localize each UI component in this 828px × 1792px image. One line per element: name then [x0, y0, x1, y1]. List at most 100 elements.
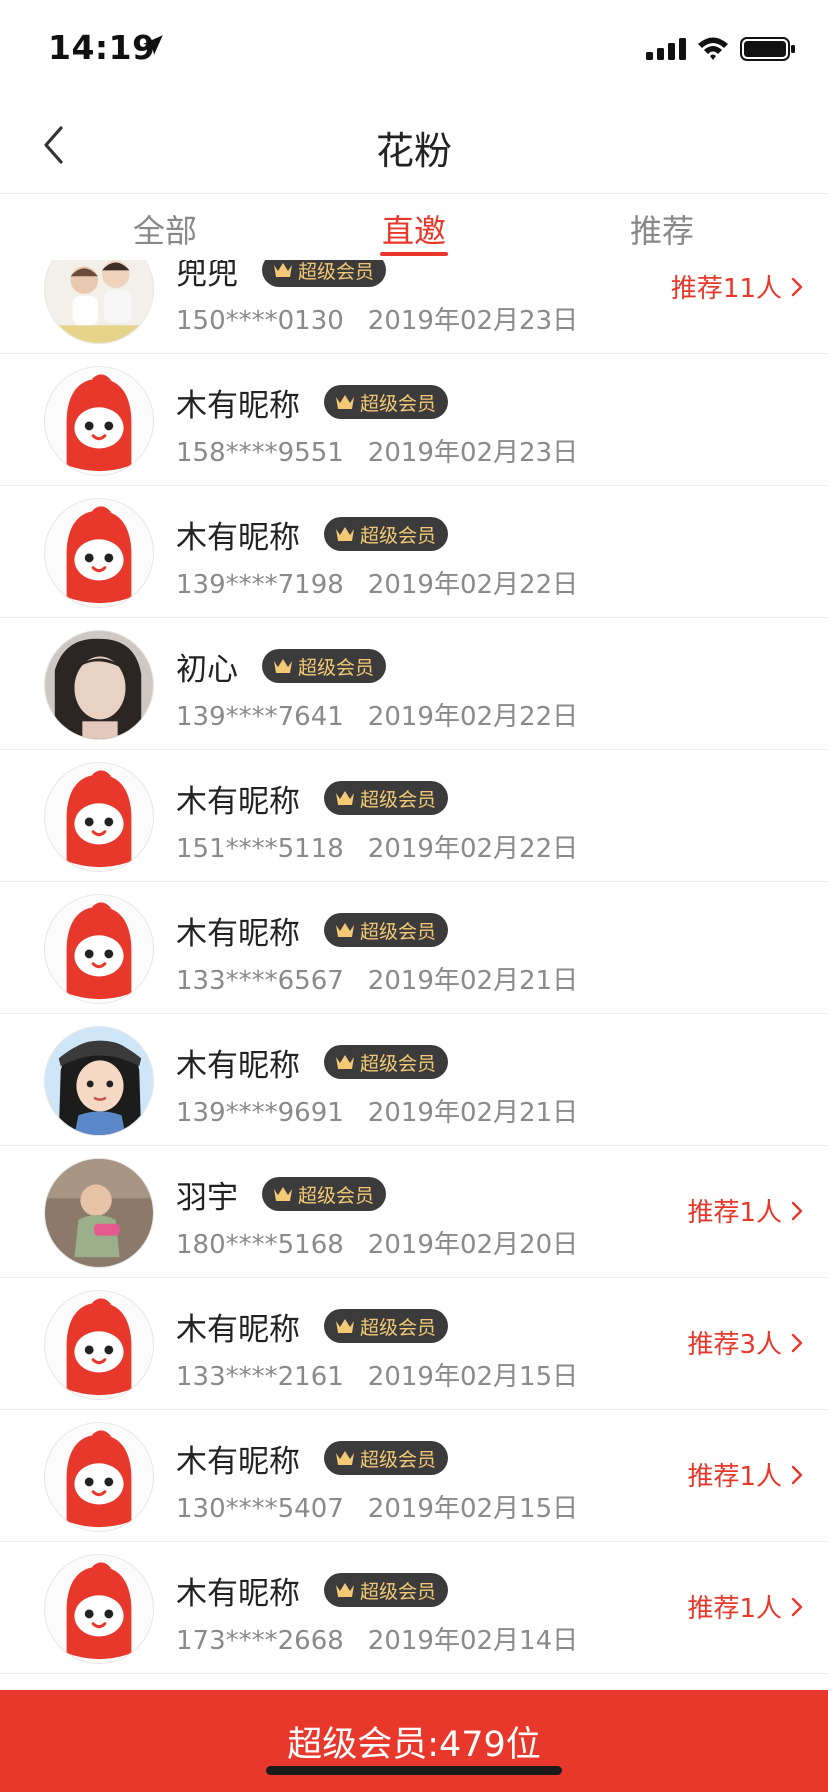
vip-badge: 超级会员 [324, 913, 449, 947]
vip-badge-label: 超级会员 [298, 656, 375, 679]
member-row[interactable]: 木有昵称 超级会员 133****6567 2019年02月21日 [0, 882, 828, 1014]
member-join-date: 2019年02月15日 [367, 1494, 579, 1524]
member-join-date: 2019年02月23日 [367, 306, 579, 336]
member-phone: 130****5407 [176, 1494, 344, 1524]
member-name: 木有昵称 [176, 1575, 300, 1612]
vip-badge: 超级会员 [262, 260, 387, 287]
member-list-viewport[interactable]: 兜兜 超级会员 150****0130 2019年02月23日 推荐11人 木有昵称 超级会… [0, 260, 828, 1690]
tab-recommend[interactable]: 推荐 [562, 206, 762, 252]
member-row[interactable]: 木有昵称 超级会员 158****9551 2019年02月23日 [0, 354, 828, 486]
vip-badge-label: 超级会员 [360, 1052, 437, 1075]
tab-direct-invite[interactable]: 直邀 [314, 206, 514, 252]
crown-icon [336, 1583, 354, 1597]
name-line: 兜兜 超级会员 [176, 260, 387, 292]
vip-badge: 超级会员 [262, 1177, 387, 1211]
avatar [44, 630, 154, 740]
vip-badge-label: 超级会员 [360, 392, 437, 415]
name-line: 初心 超级会员 [176, 646, 387, 688]
crown-icon [274, 263, 292, 277]
tab-all[interactable]: 全部 [65, 206, 265, 252]
member-row[interactable]: 木有昵称 超级会员 139****7198 2019年02月22日 [0, 486, 828, 618]
vip-badge-label: 超级会员 [360, 1316, 437, 1339]
recommend-link[interactable]: 推荐1人 [687, 1456, 804, 1493]
name-line: 木有昵称 超级会员 [176, 1570, 449, 1612]
vip-badge-label: 超级会员 [298, 260, 375, 283]
avatar [44, 1026, 154, 1136]
location-arrow-icon [143, 35, 163, 55]
member-phone: 151****5118 [176, 834, 344, 864]
member-phone: 180****5168 [176, 1230, 344, 1260]
crown-icon [336, 923, 354, 937]
recommend-count: 推荐11人 [670, 274, 782, 304]
member-meta: 158****9551 2019年02月23日 [176, 432, 578, 469]
vip-badge-label: 超级会员 [298, 1184, 375, 1207]
recommend-link[interactable]: 推荐1人 [687, 1192, 804, 1229]
member-row[interactable]: 木有昵称 超级会员 130****5407 2019年02月15日 推荐1人 [0, 1410, 828, 1542]
member-phone: 139****7198 [176, 570, 344, 600]
chevron-right-icon [791, 1201, 803, 1220]
chevron-right-icon [791, 1465, 803, 1484]
page-title: 花粉 [375, 129, 452, 173]
nav-bar: 花粉 [0, 96, 828, 194]
member-name: 木有昵称 [176, 1311, 300, 1348]
member-name: 木有昵称 [176, 519, 300, 556]
chevron-right-icon [791, 1597, 803, 1616]
crown-icon [336, 791, 354, 805]
crown-icon [336, 1451, 354, 1465]
active-tab-indicator [380, 252, 448, 256]
recommend-link[interactable]: 推荐3人 [687, 1324, 804, 1361]
name-line: 木有昵称 超级会员 [176, 514, 449, 556]
vip-badge: 超级会员 [324, 1441, 449, 1475]
member-row[interactable]: 木有昵称 超级会员 173****2668 2019年02月14日 推荐1人 [0, 1542, 828, 1674]
member-join-date: 2019年02月20日 [367, 1230, 579, 1260]
member-join-date: 2019年02月15日 [367, 1362, 579, 1392]
vip-badge-label: 超级会员 [360, 788, 437, 811]
member-join-date: 2019年02月21日 [367, 1098, 579, 1128]
vip-badge: 超级会员 [262, 649, 387, 683]
status-bar: 14:19 [0, 0, 828, 96]
cellular-signal-icon [646, 38, 686, 60]
avatar [44, 366, 154, 476]
member-meta: 133****6567 2019年02月21日 [176, 960, 578, 997]
member-meta: 139****7641 2019年02月22日 [176, 696, 578, 733]
member-name: 木有昵称 [176, 1443, 300, 1480]
member-meta: 180****5168 2019年02月20日 [176, 1224, 578, 1261]
recommend-link[interactable]: 推荐11人 [671, 268, 804, 305]
vip-badge: 超级会员 [324, 781, 449, 815]
vip-badge: 超级会员 [324, 517, 449, 551]
recommend-link[interactable]: 推荐1人 [687, 1588, 804, 1625]
vip-badge: 超级会员 [324, 1045, 449, 1079]
name-line: 木有昵称 超级会员 [176, 910, 449, 952]
member-name: 初心 [176, 651, 238, 688]
vip-badge-label: 超级会员 [360, 524, 437, 547]
member-row[interactable]: 羽宇 超级会员 180****5168 2019年02月20日 推荐1人 [0, 1146, 828, 1278]
member-join-date: 2019年02月14日 [367, 1626, 579, 1656]
home-indicator[interactable] [266, 1766, 562, 1775]
member-row[interactable]: 木有昵称 超级会员 133****2161 2019年02月15日 推荐3人 [0, 1278, 828, 1410]
chevron-right-icon [791, 1333, 803, 1352]
recommend-count: 推荐1人 [687, 1594, 782, 1624]
member-row[interactable]: 木有昵称 超级会员 151****5118 2019年02月22日 [0, 750, 828, 882]
member-name: 兜兜 [176, 260, 238, 292]
crown-icon [274, 659, 292, 673]
member-join-date: 2019年02月21日 [367, 966, 579, 996]
member-join-date: 2019年02月23日 [367, 438, 579, 468]
member-meta: 150****0130 2019年02月23日 [176, 300, 578, 337]
member-row[interactable]: 木有昵称 超级会员 139****9691 2019年02月21日 [0, 1014, 828, 1146]
avatar [44, 1290, 154, 1400]
avatar [44, 498, 154, 608]
wifi-icon [698, 37, 728, 60]
member-phone: 150****0130 [176, 306, 344, 336]
tab-bar: 全部 直邀 推荐 [0, 194, 828, 260]
member-row[interactable]: 兜兜 超级会员 150****0130 2019年02月23日 推荐11人 [0, 260, 828, 354]
name-line: 木有昵称 超级会员 [176, 778, 449, 820]
member-name: 木有昵称 [176, 915, 300, 952]
member-phone: 133****6567 [176, 966, 344, 996]
vip-badge: 超级会员 [324, 1309, 449, 1343]
member-row[interactable]: 初心 超级会员 139****7641 2019年02月22日 [0, 618, 828, 750]
member-meta: 173****2668 2019年02月14日 [176, 1620, 578, 1657]
crown-icon [336, 395, 354, 409]
avatar [44, 1158, 154, 1268]
footer-summary-bar: 超级会员:479位 [0, 1690, 828, 1792]
crown-icon [336, 1055, 354, 1069]
